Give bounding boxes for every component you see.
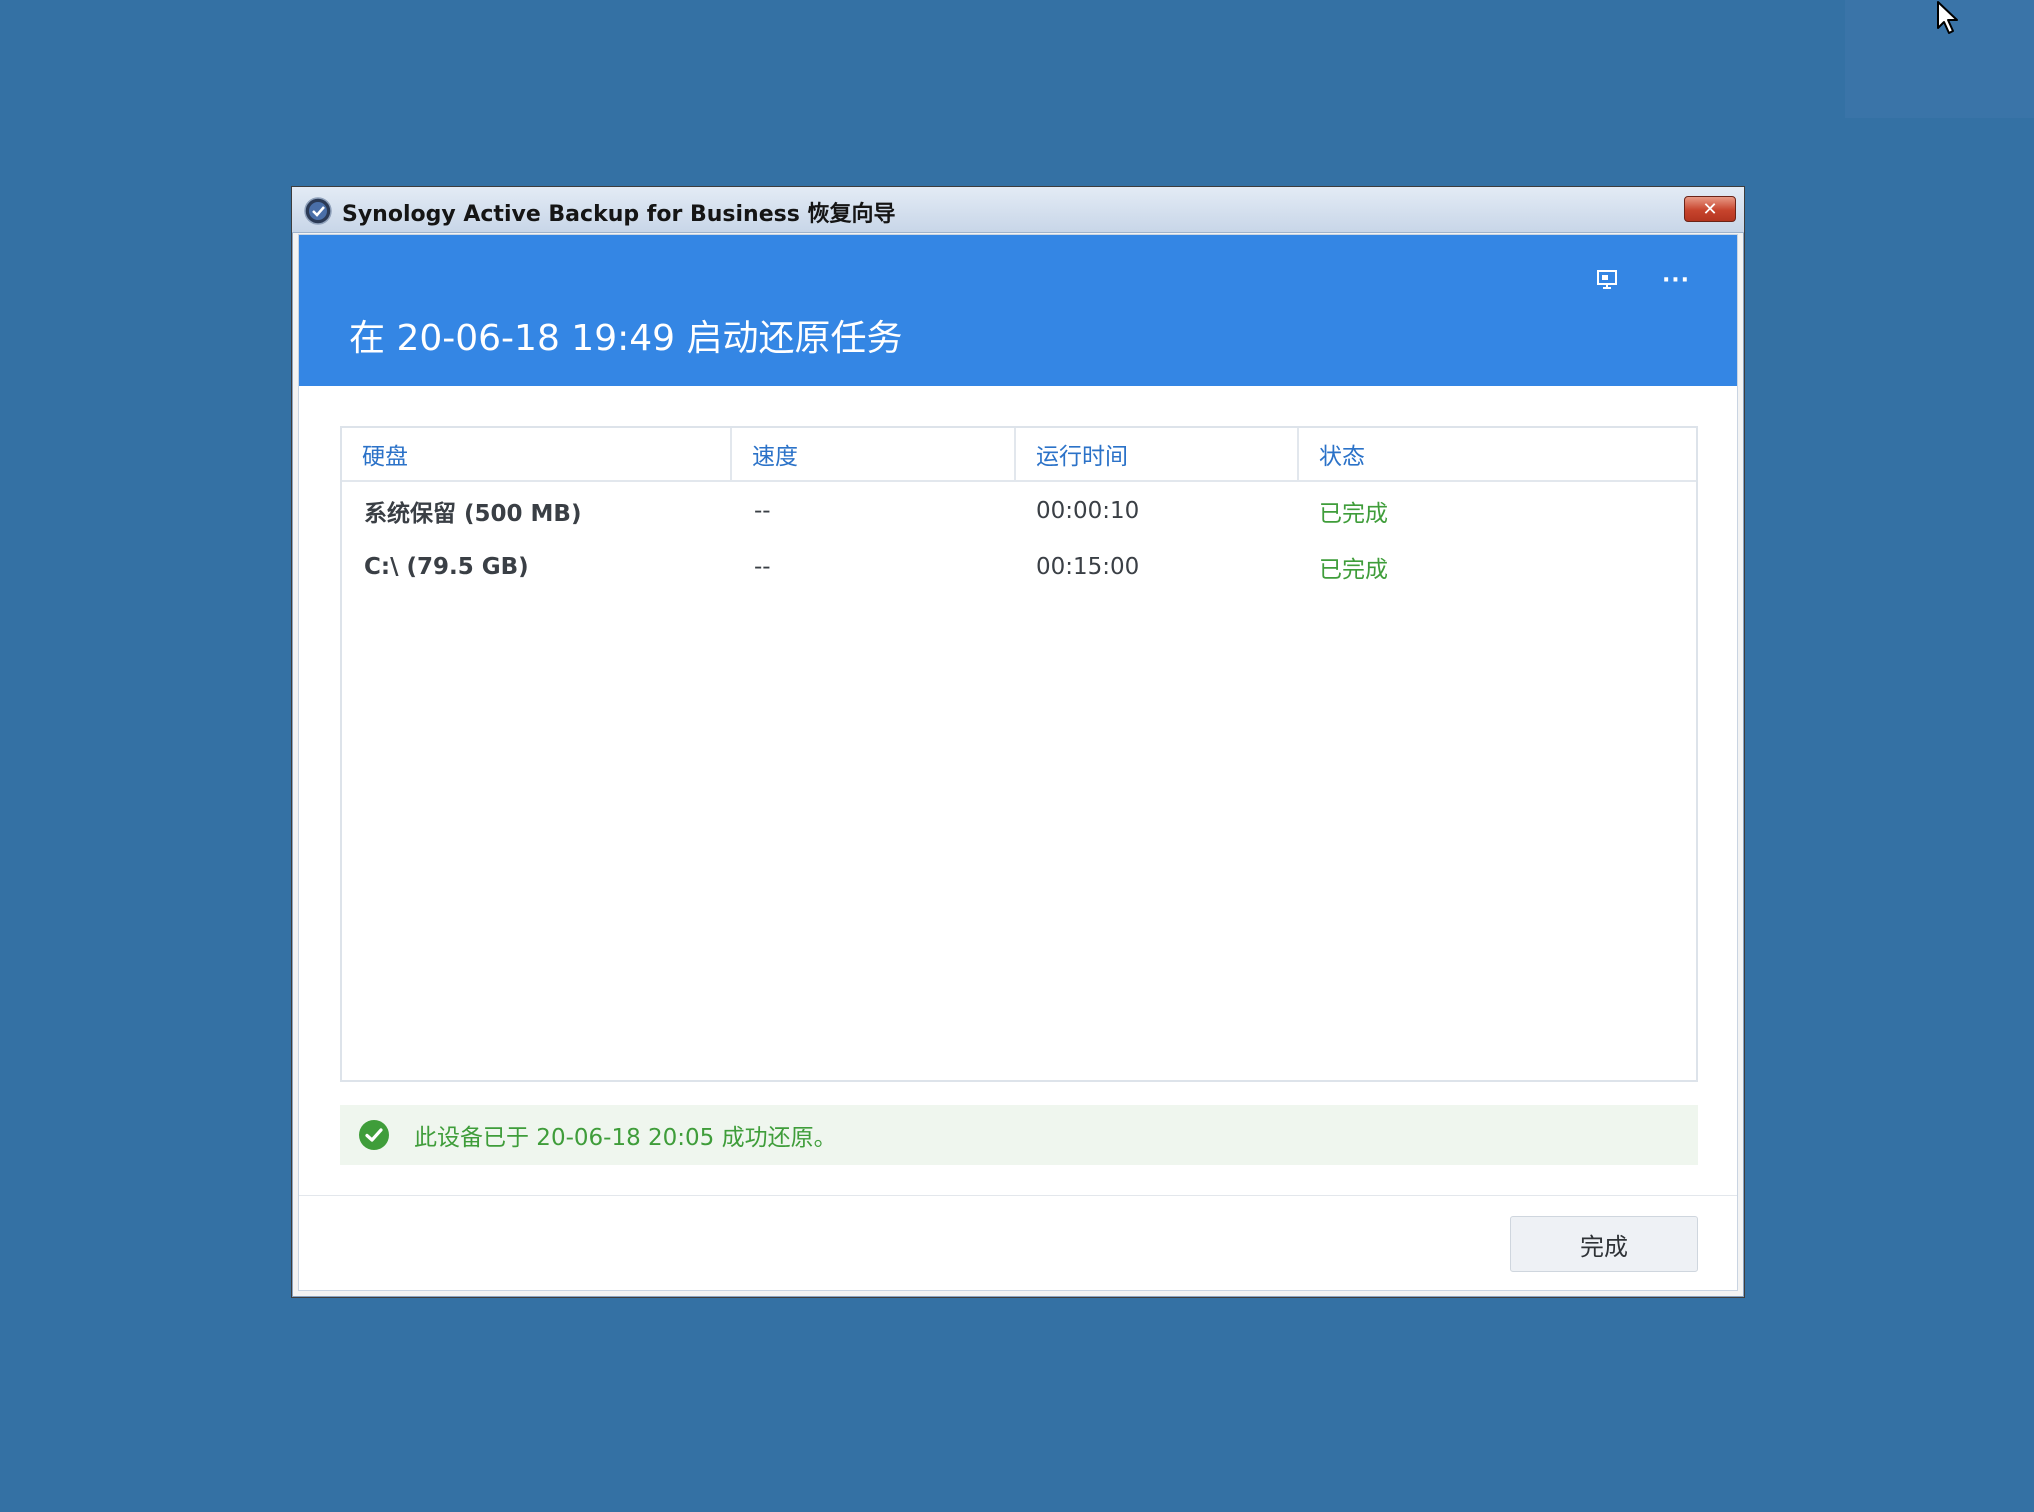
column-header-status[interactable]: 状态 [1297, 428, 1696, 480]
cell-status: 已完成 [1319, 557, 1388, 583]
app-logo-icon [304, 197, 332, 225]
check-circle-icon [359, 1120, 389, 1150]
column-header-runtime[interactable]: 运行时间 [1014, 428, 1297, 480]
page-title: 在 20-06-18 19:49 启动还原任务 [349, 318, 903, 359]
restore-table: 硬盘 速度 运行时间 状态 系统保留 (500 MB) -- 00:00:10 … [340, 426, 1698, 1082]
dialog-header: ··· 在 20-06-18 19:49 启动还原任务 [299, 235, 1737, 386]
title-bar[interactable]: Synology Active Backup for Business 恢复向导… [292, 187, 1744, 233]
cell-runtime: 00:15:00 [1036, 554, 1140, 580]
monitor-glyph-icon [1597, 270, 1617, 289]
cell-status: 已完成 [1319, 501, 1388, 527]
column-header-speed[interactable]: 速度 [730, 428, 1014, 480]
table-header: 硬盘 速度 运行时间 状态 [342, 428, 1696, 482]
cell-disk: C:\ (79.5 GB) [364, 554, 529, 580]
done-button[interactable]: 完成 [1510, 1216, 1698, 1272]
close-icon: ✕ [1702, 198, 1718, 220]
success-message-bar: 此设备已于 20-06-18 20:05 成功还原。 [340, 1105, 1698, 1165]
cell-speed: -- [754, 554, 771, 580]
table-row[interactable]: 系统保留 (500 MB) -- 00:00:10 已完成 [342, 483, 1696, 539]
column-header-disk[interactable]: 硬盘 [342, 428, 730, 480]
cell-disk: 系统保留 (500 MB) [364, 501, 582, 527]
close-button[interactable]: ✕ [1684, 196, 1736, 222]
more-icon[interactable]: ··· [1661, 265, 1691, 295]
footer-divider [299, 1195, 1737, 1196]
mouse-pointer-icon [1937, 1, 1958, 34]
cell-runtime: 00:00:10 [1036, 498, 1140, 524]
monitor-icon[interactable] [1594, 265, 1624, 295]
dialog-body: ··· 在 20-06-18 19:49 启动还原任务 硬盘 速度 运行时间 状… [298, 234, 1738, 1291]
restore-wizard-window: Synology Active Backup for Business 恢复向导… [291, 186, 1745, 1298]
success-message: 此设备已于 20-06-18 20:05 成功还原。 [414, 1125, 837, 1151]
cell-speed: -- [754, 498, 771, 524]
window-title: Synology Active Backup for Business 恢复向导 [342, 202, 896, 227]
table-row[interactable]: C:\ (79.5 GB) -- 00:15:00 已完成 [342, 539, 1696, 595]
